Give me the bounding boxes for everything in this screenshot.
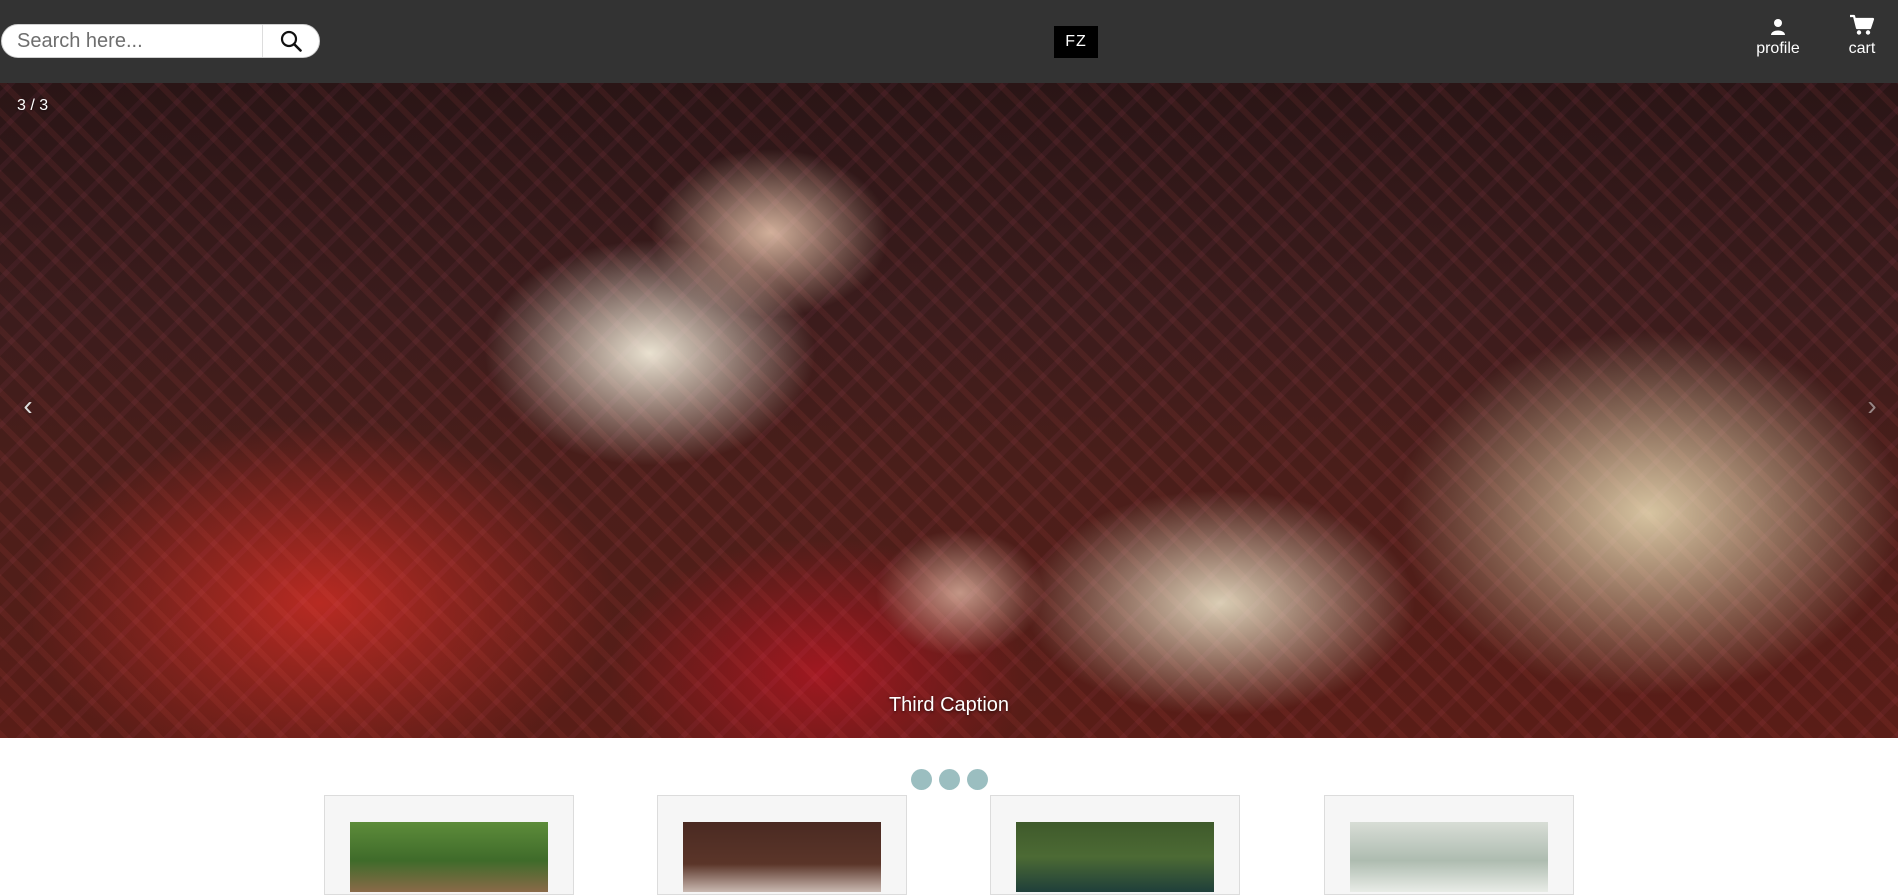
cart-label: cart: [1848, 40, 1876, 57]
carousel-dot-3[interactable]: [967, 769, 988, 790]
person-icon: [1770, 16, 1786, 36]
slide-counter: 3 / 3: [17, 97, 49, 114]
product-card[interactable]: [324, 795, 574, 895]
site-logo[interactable]: FZ: [1054, 26, 1098, 58]
product-card[interactable]: [990, 795, 1240, 895]
cart-link[interactable]: cart: [1844, 14, 1880, 58]
product-image[interactable]: [1350, 822, 1548, 892]
profile-link[interactable]: profile: [1753, 16, 1803, 58]
carousel-prev-button[interactable]: ‹: [13, 386, 43, 426]
product-image[interactable]: [1016, 822, 1214, 892]
profile-label: profile: [1756, 40, 1800, 57]
product-image[interactable]: [683, 822, 881, 892]
carousel-dot-2[interactable]: [939, 769, 960, 790]
search-input[interactable]: [2, 26, 267, 56]
logo-text: FZ: [1065, 33, 1087, 50]
cart-icon: [1849, 14, 1875, 36]
hero-carousel: [0, 83, 1898, 738]
carousel-indicators: [911, 769, 988, 790]
hero-slide-image: [0, 83, 1898, 738]
search-icon: [280, 30, 302, 52]
slide-caption: Third Caption: [888, 694, 1010, 716]
navbar: FZ profile cart: [0, 0, 1898, 83]
search-bar: [1, 24, 320, 58]
product-card[interactable]: [1324, 795, 1574, 895]
search-button[interactable]: [262, 25, 319, 57]
product-card[interactable]: [657, 795, 907, 895]
product-image[interactable]: [350, 822, 548, 892]
carousel-next-button[interactable]: ›: [1857, 386, 1887, 426]
carousel-dot-1[interactable]: [911, 769, 932, 790]
